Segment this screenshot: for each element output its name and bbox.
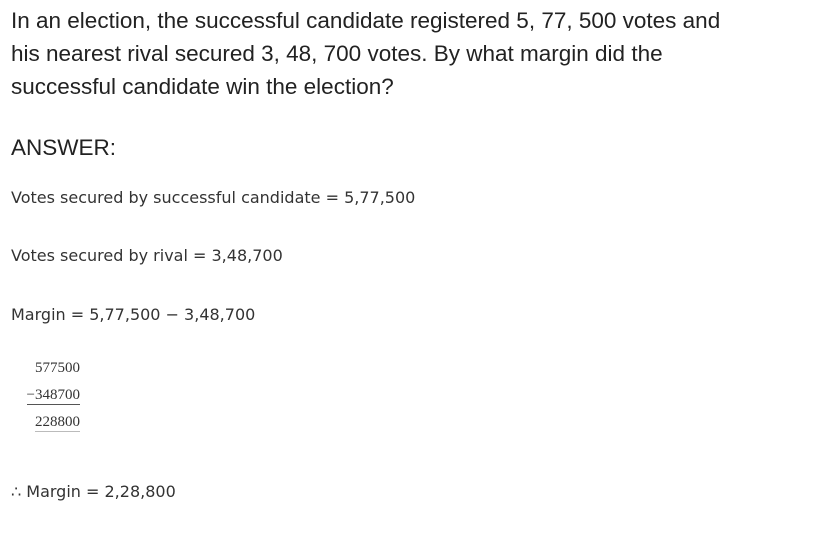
votes-rival: Votes secured by rival = 3,48,700 xyxy=(11,246,283,265)
subtrahend-row: −348700 xyxy=(13,384,80,411)
question-line-2: his nearest rival secured 3, 48, 700 vot… xyxy=(11,41,663,66)
column-subtraction: 577500 −348700 228800 xyxy=(13,357,80,438)
difference: 228800 xyxy=(35,414,80,432)
votes-successful-candidate: Votes secured by successful candidate = … xyxy=(11,188,416,207)
minuend: 577500 xyxy=(35,360,80,376)
question-line-3: successful candidate win the election? xyxy=(11,74,394,99)
question-text: In an election, the successful candidate… xyxy=(11,4,811,103)
minuend-row: 577500 xyxy=(13,357,80,384)
difference-row: 228800 xyxy=(13,411,80,438)
subtrahend: −348700 xyxy=(26,387,80,405)
margin-conclusion: ∴ Margin = 2,28,800 xyxy=(11,482,176,501)
margin-expression: Margin = 5,77,500 − 3,48,700 xyxy=(11,305,256,324)
question-line-1: In an election, the successful candidate… xyxy=(11,8,721,33)
answer-heading: ANSWER: xyxy=(11,135,117,160)
